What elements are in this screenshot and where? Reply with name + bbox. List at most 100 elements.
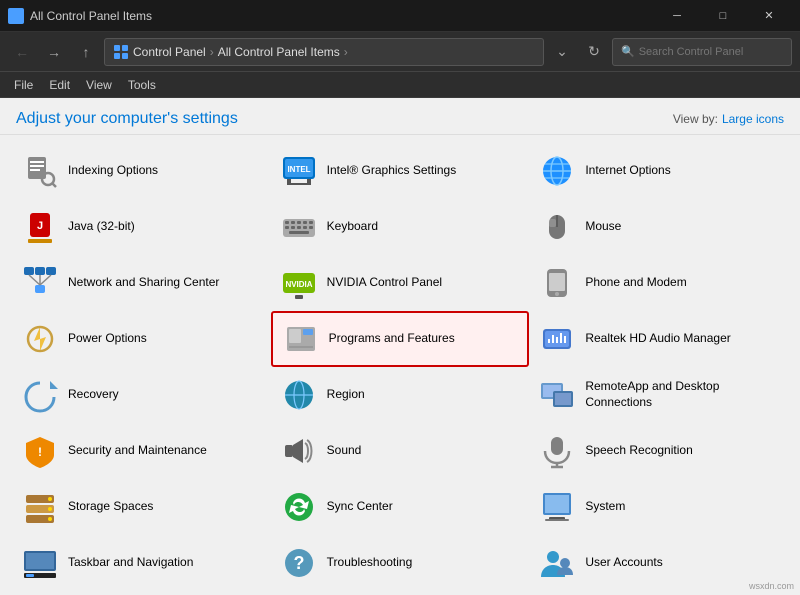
grid-item-sync[interactable]: Sync Center — [271, 479, 530, 535]
grid-item-sound[interactable]: Sound — [271, 423, 530, 479]
item-label-security: Security and Maintenance — [68, 443, 207, 459]
search-box[interactable]: 🔍 — [612, 38, 792, 66]
window-icon — [8, 8, 24, 24]
item-label-sound: Sound — [327, 443, 362, 459]
item-label-sync: Sync Center — [327, 499, 393, 515]
grid-item-mobility[interactable]: Windows Mobility Center — [271, 591, 530, 595]
grid-item-remoteapp[interactable]: RemoteApp and Desktop Connections — [529, 367, 788, 423]
content-area: Adjust your computer's settings View by:… — [0, 98, 800, 595]
grid-item-programs[interactable]: Programs and Features — [271, 311, 530, 367]
item-label-intel: Intel® Graphics Settings — [327, 163, 457, 179]
address-path[interactable]: Control Panel › All Control Panel Items … — [104, 38, 544, 66]
remoteapp-icon — [537, 375, 577, 415]
grid-item-speech[interactable]: Speech Recognition — [529, 423, 788, 479]
grid-item-keyboard[interactable]: Keyboard — [271, 199, 530, 255]
item-label-storage: Storage Spaces — [68, 499, 153, 515]
item-label-remoteapp: RemoteApp and Desktop Connections — [585, 379, 780, 410]
grid-item-indexing[interactable]: Indexing Options — [12, 143, 271, 199]
item-label-system: System — [585, 499, 625, 515]
network-icon — [20, 263, 60, 303]
grid-item-windowsto[interactable]: Windows To Go — [529, 591, 788, 595]
item-label-indexing: Indexing Options — [68, 163, 158, 179]
back-button[interactable]: ← — [8, 38, 36, 66]
grid-item-taskbar[interactable]: Taskbar and Navigation — [12, 535, 271, 591]
address-bar: ← → ↑ Control Panel › All Control Panel … — [0, 32, 800, 72]
page-title: Adjust your computer's settings — [16, 110, 238, 128]
svg-text:!: ! — [38, 445, 42, 459]
power-icon — [20, 319, 60, 359]
phone-icon — [537, 263, 577, 303]
grid-item-intel[interactable]: INTEL Intel® Graphics Settings — [271, 143, 530, 199]
nvidia-icon: NVIDIA — [279, 263, 319, 303]
item-label-region: Region — [327, 387, 365, 403]
grid-item-nvidia[interactable]: NVIDIA NVIDIA Control Panel — [271, 255, 530, 311]
refresh-button[interactable]: ↻ — [580, 38, 608, 66]
breadcrumb-part2: All Control Panel Items — [218, 45, 340, 59]
programs-icon — [281, 319, 321, 359]
minimize-button[interactable]: ─ — [654, 0, 700, 32]
item-label-troubleshoot: Troubleshooting — [327, 555, 413, 571]
java-icon: J — [20, 207, 60, 247]
search-input[interactable] — [639, 46, 783, 58]
title-bar: All Control Panel Items ─ □ ✕ — [0, 0, 800, 32]
internet-icon — [537, 151, 577, 191]
grid-item-phone[interactable]: Phone and Modem — [529, 255, 788, 311]
keyboard-icon — [279, 207, 319, 247]
item-label-internet: Internet Options — [585, 163, 670, 179]
security-icon: ! — [20, 431, 60, 471]
up-button[interactable]: ↑ — [72, 38, 100, 66]
sync-icon — [279, 487, 319, 527]
grid-item-system[interactable]: System — [529, 479, 788, 535]
window-title: All Control Panel Items — [30, 9, 654, 23]
icons-grid: Indexing Options INTEL Intel® Graphics Set… — [0, 135, 800, 595]
close-button[interactable]: ✕ — [746, 0, 792, 32]
sound-icon — [279, 431, 319, 471]
system-icon — [537, 487, 577, 527]
troubleshoot-icon: ? — [279, 543, 319, 583]
svg-text:INTEL: INTEL — [287, 165, 310, 174]
view-by-value[interactable]: Large icons — [722, 112, 784, 126]
grid-item-internet[interactable]: Internet Options — [529, 143, 788, 199]
grid-item-defender[interactable]: Windows Defender — [12, 591, 271, 595]
item-label-nvidia: NVIDIA Control Panel — [327, 275, 442, 291]
item-label-phone: Phone and Modem — [585, 275, 686, 291]
item-label-programs: Programs and Features — [329, 331, 455, 347]
grid-item-network[interactable]: Network and Sharing Center — [12, 255, 271, 311]
grid-item-storage[interactable]: Storage Spaces — [12, 479, 271, 535]
taskbar-icon — [20, 543, 60, 583]
grid-item-troubleshoot[interactable]: ? Troubleshooting — [271, 535, 530, 591]
item-label-keyboard: Keyboard — [327, 219, 378, 235]
forward-button[interactable]: → — [40, 38, 68, 66]
grid-item-region[interactable]: Region — [271, 367, 530, 423]
mouse-icon — [537, 207, 577, 247]
svg-text:?: ? — [293, 553, 304, 573]
svg-text:NVIDIA: NVIDIA — [285, 280, 312, 289]
window-controls: ─ □ ✕ — [654, 0, 792, 32]
dropdown-button[interactable]: ⌄ — [548, 38, 576, 66]
indexing-icon — [20, 151, 60, 191]
breadcrumb-part1: Control Panel — [133, 45, 206, 59]
menu-tools[interactable]: Tools — [120, 76, 164, 94]
item-label-speech: Speech Recognition — [585, 443, 692, 459]
recovery-icon — [20, 375, 60, 415]
speech-icon — [537, 431, 577, 471]
realtek-icon — [537, 319, 577, 359]
item-label-power: Power Options — [68, 331, 147, 347]
grid-item-java[interactable]: J Java (32-bit) — [12, 199, 271, 255]
grid-item-power[interactable]: Power Options — [12, 311, 271, 367]
menu-view[interactable]: View — [78, 76, 120, 94]
menu-edit[interactable]: Edit — [41, 76, 78, 94]
grid-item-realtek[interactable]: Realtek HD Audio Manager — [529, 311, 788, 367]
grid-item-security[interactable]: ! Security and Maintenance — [12, 423, 271, 479]
view-by-label: View by: — [673, 112, 718, 126]
item-label-java: Java (32-bit) — [68, 219, 135, 235]
grid-item-recovery[interactable]: Recovery — [12, 367, 271, 423]
storage-icon — [20, 487, 60, 527]
menu-file[interactable]: File — [6, 76, 41, 94]
grid-item-mouse[interactable]: Mouse — [529, 199, 788, 255]
watermark: wsxdn.com — [749, 581, 794, 591]
view-by: View by: Large icons — [673, 112, 784, 126]
search-icon: 🔍 — [621, 45, 635, 58]
user-icon — [537, 543, 577, 583]
maximize-button[interactable]: □ — [700, 0, 746, 32]
